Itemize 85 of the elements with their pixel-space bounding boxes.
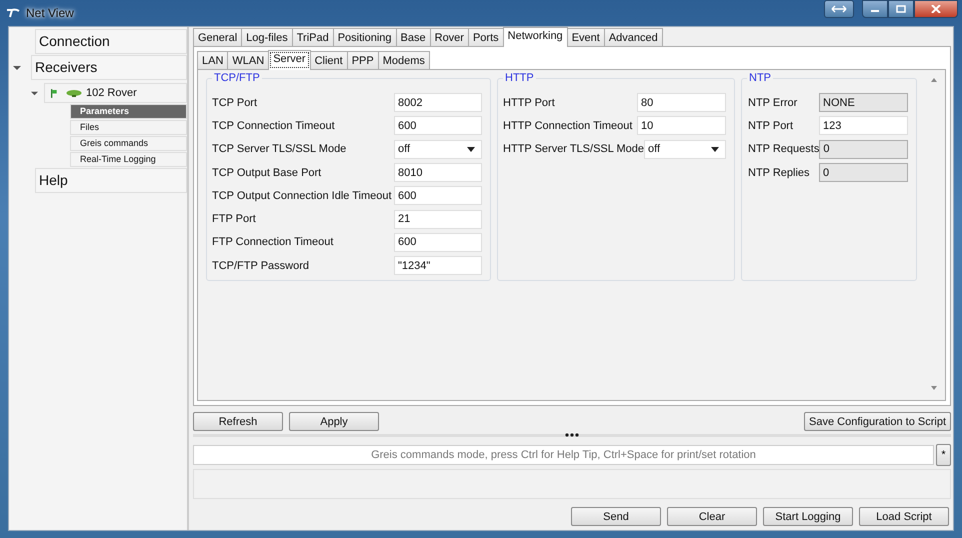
antenna-icon bbox=[66, 89, 82, 97]
field-label: NTP Port bbox=[748, 120, 794, 132]
input-field[interactable]: "1234" bbox=[394, 256, 482, 276]
tab[interactable]: Client bbox=[310, 51, 348, 70]
tab[interactable]: Server bbox=[268, 50, 311, 70]
group-title: NTP bbox=[747, 72, 773, 84]
tree-item[interactable]: Greis commands bbox=[70, 136, 187, 151]
input-field[interactable]: 21 bbox=[394, 210, 482, 229]
tab[interactable]: Modems bbox=[378, 51, 430, 70]
field-label: HTTP Port bbox=[503, 96, 556, 109]
field-label: HTTP Server TLS/SSL Mode bbox=[503, 143, 644, 156]
group-title: HTTP bbox=[503, 72, 536, 84]
minimize-button[interactable] bbox=[862, 0, 888, 18]
command-button[interactable]: Clear bbox=[667, 507, 757, 526]
sidebar-section[interactable]: Help bbox=[35, 168, 187, 193]
flag-icon bbox=[51, 88, 58, 98]
tab[interactable]: Rover bbox=[430, 28, 469, 47]
tree-item[interactable]: Real-Time Logging bbox=[70, 152, 187, 167]
field-label: TCP Connection Timeout bbox=[212, 120, 336, 132]
tab[interactable]: TriPad bbox=[292, 28, 334, 47]
input-field[interactable]: 10 bbox=[637, 116, 726, 136]
tab[interactable]: Base bbox=[396, 28, 431, 47]
tab[interactable]: Advanced bbox=[604, 28, 663, 47]
command-button[interactable]: Load Script bbox=[859, 507, 949, 526]
input-field[interactable]: 8010 bbox=[394, 163, 482, 182]
field-label: TCP Output Connection Idle Timeout bbox=[212, 190, 393, 202]
input-field[interactable]: 80 bbox=[637, 93, 726, 112]
star-button[interactable]: * bbox=[936, 444, 951, 466]
sidebar-section[interactable]: Connection bbox=[35, 29, 187, 54]
command-field[interactable]: Greis commands mode, press Ctrl for Help Tip, Ctrl+Space for print/set rotation bbox=[193, 445, 934, 465]
group-title: TCP/FTP bbox=[212, 72, 262, 84]
action-button[interactable]: Apply bbox=[289, 412, 379, 431]
tab[interactable]: Networking bbox=[502, 27, 568, 47]
input-field[interactable]: 8002 bbox=[394, 93, 482, 112]
resize-button[interactable] bbox=[824, 0, 854, 18]
resize-arrows-icon bbox=[831, 5, 847, 13]
field-label: NTP Requests bbox=[748, 143, 820, 156]
tab[interactable]: Ports bbox=[468, 28, 504, 47]
command-button[interactable]: Send bbox=[571, 507, 661, 526]
collapse-arrow-icon[interactable] bbox=[31, 90, 38, 96]
close-icon bbox=[931, 5, 941, 13]
input-field[interactable]: 600 bbox=[394, 186, 482, 206]
readonly-field[interactable]: 0 bbox=[819, 163, 908, 182]
maximize-icon bbox=[896, 5, 906, 13]
input-field[interactable]: 600 bbox=[394, 232, 482, 252]
app-logo-icon bbox=[6, 8, 20, 18]
field-label: TCP Server TLS/SSL Mode bbox=[212, 143, 348, 156]
field-label: TCP Port bbox=[212, 96, 258, 109]
tree-item[interactable]: Files bbox=[70, 120, 187, 135]
tab[interactable]: General bbox=[193, 28, 242, 47]
scroll-up-icon[interactable] bbox=[931, 78, 937, 82]
tab[interactable]: Log-files bbox=[241, 28, 293, 47]
window-title: Net View bbox=[26, 6, 74, 20]
field-label: TCP/FTP Password bbox=[212, 260, 310, 272]
receiver-label: 102 Rover bbox=[86, 87, 137, 99]
caret-icon bbox=[711, 146, 719, 152]
field-label: FTP Port bbox=[212, 213, 257, 226]
field-label: NTP Replies bbox=[748, 166, 811, 179]
input-field[interactable]: 600 bbox=[394, 116, 482, 136]
field-label: TCP Output Base Port bbox=[212, 166, 322, 179]
action-button[interactable]: Refresh bbox=[193, 412, 283, 431]
tab[interactable]: Positioning bbox=[332, 28, 397, 47]
input-field[interactable]: 123 bbox=[819, 116, 908, 136]
field-label: FTP Connection Timeout bbox=[212, 236, 334, 248]
dropdown[interactable]: off bbox=[394, 140, 482, 159]
command-button[interactable]: Start Logging bbox=[763, 507, 853, 526]
field-label: NTP Error bbox=[748, 96, 798, 109]
tab[interactable]: Event bbox=[566, 28, 605, 47]
caret-icon bbox=[467, 146, 475, 152]
save-script-button[interactable]: Save Configuration to Script bbox=[804, 412, 951, 431]
field-label: HTTP Connection Timeout bbox=[503, 120, 634, 132]
tab[interactable]: WLAN bbox=[227, 51, 270, 70]
tab[interactable]: PPP bbox=[346, 51, 379, 70]
tab[interactable]: LAN bbox=[197, 51, 228, 70]
receiver-item[interactable]: 102 Rover bbox=[44, 83, 187, 103]
collapse-arrow-icon[interactable] bbox=[13, 64, 21, 72]
readonly-field[interactable]: NONE bbox=[819, 93, 908, 112]
dropdown[interactable]: off bbox=[644, 140, 726, 159]
maximize-button[interactable] bbox=[888, 0, 914, 18]
tree-item[interactable]: Parameters bbox=[70, 104, 187, 119]
splitter-handle-icon[interactable] bbox=[565, 433, 579, 437]
scroll-down-icon[interactable] bbox=[931, 386, 937, 390]
readonly-field[interactable]: 0 bbox=[819, 140, 908, 159]
close-button[interactable] bbox=[914, 0, 958, 18]
sidebar-section[interactable]: Receivers bbox=[31, 55, 187, 80]
